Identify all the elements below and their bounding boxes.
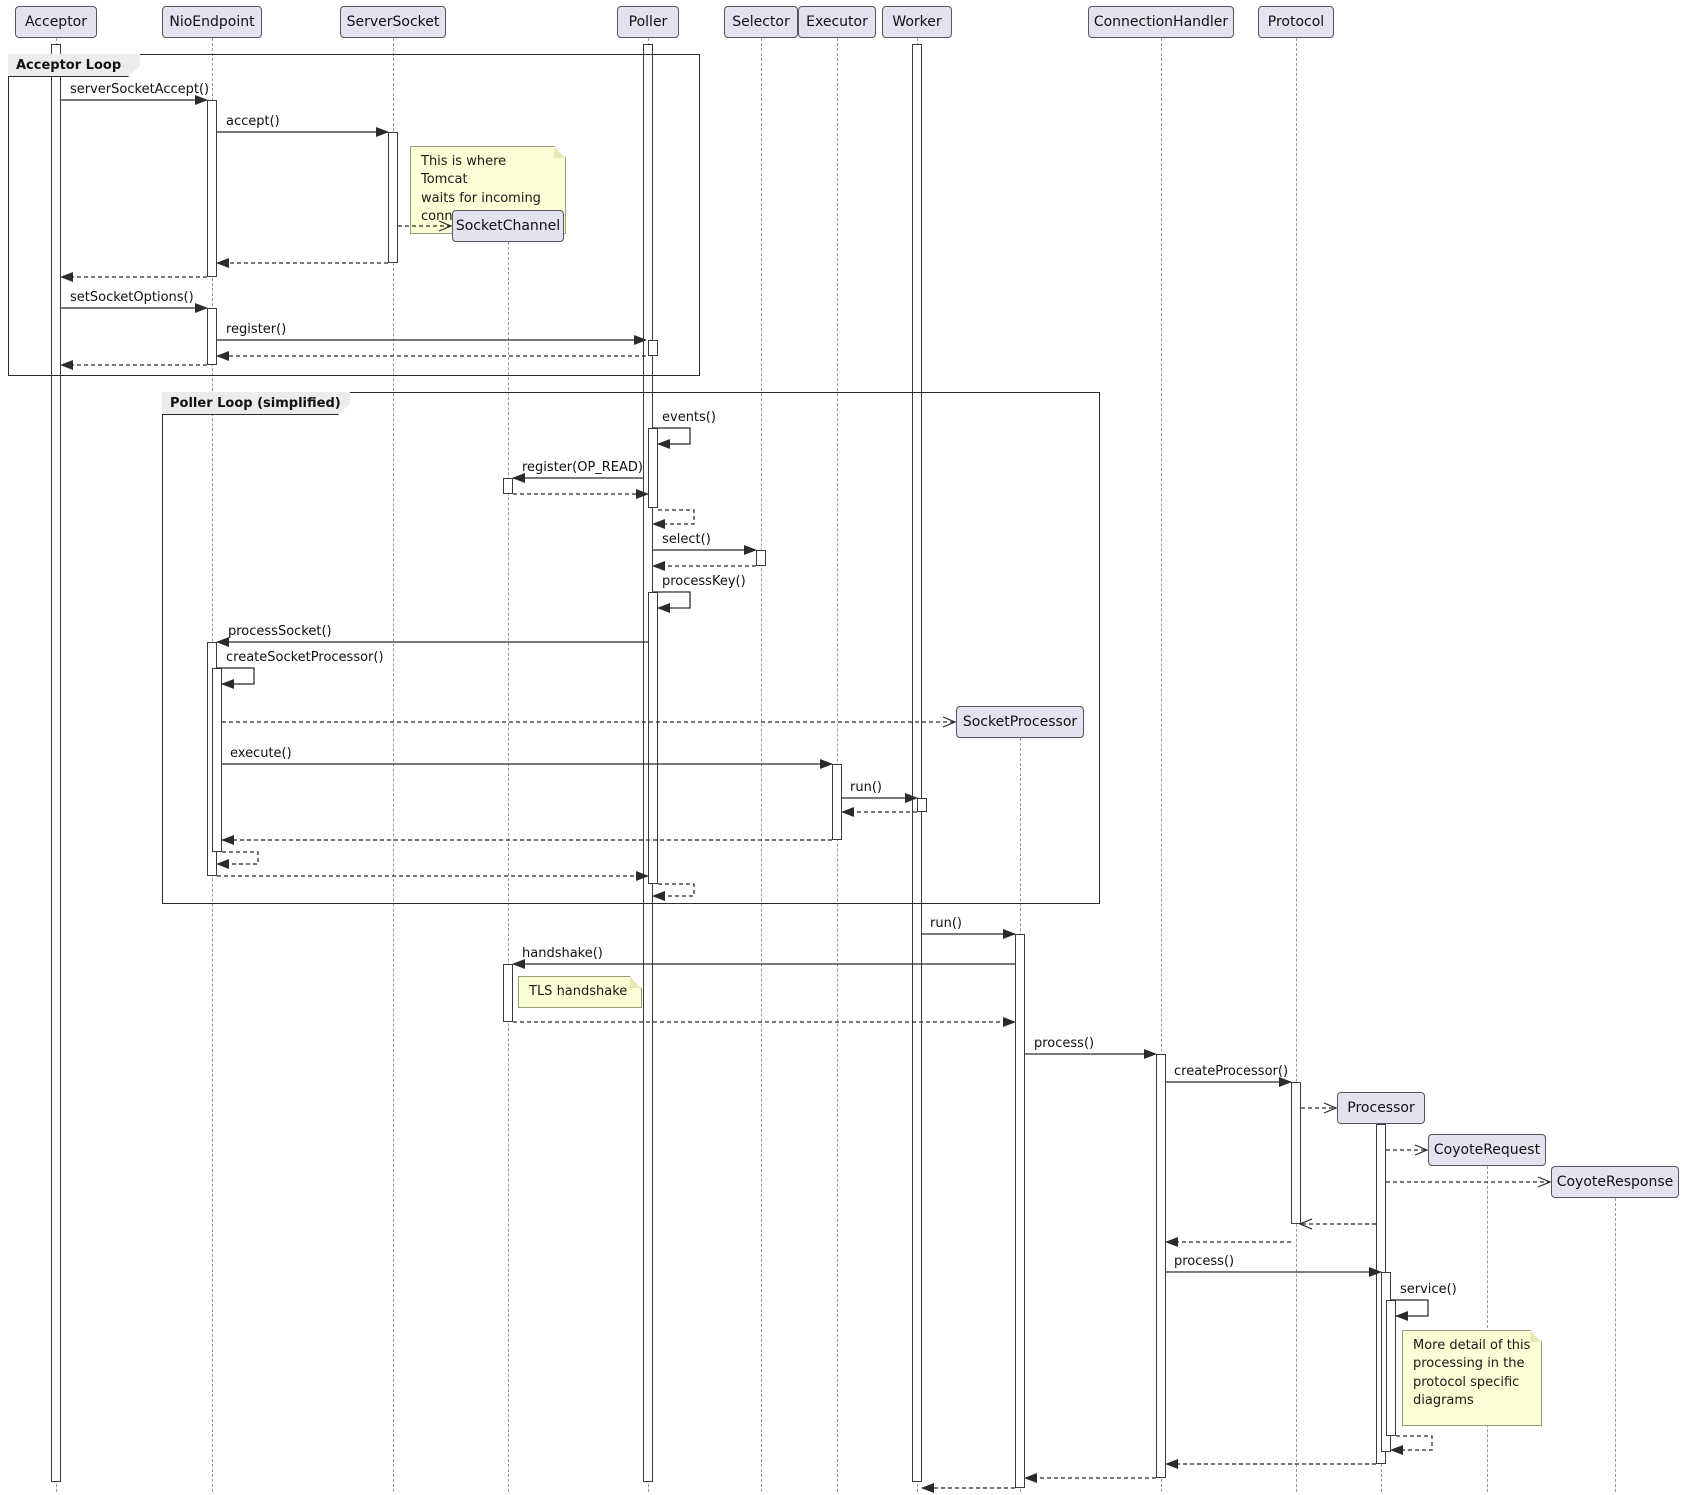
activation-protocol (1291, 1082, 1301, 1224)
message-label-m-accept: accept() (226, 114, 280, 129)
fragment-acceptor-loop (8, 54, 700, 376)
note-fold-shade (1530, 1331, 1541, 1342)
lifeline-protocol (1296, 38, 1297, 1492)
message-label-m-register-opread: register(OP_READ) (522, 460, 643, 475)
m-selfret-processor (1391, 1436, 1432, 1450)
activation-socketchannel (503, 964, 513, 1022)
message-label-m-process2: process() (1174, 1254, 1234, 1269)
activation-socketprocessor (1015, 934, 1025, 1488)
message-label-m-serverSocketAccept: serverSocketAccept() (70, 82, 209, 97)
m-service (1391, 1300, 1428, 1316)
message-label-m-handshake: handshake() (522, 946, 603, 961)
message-label-m-service: service() (1400, 1282, 1457, 1297)
message-label-m-run-executor: run() (850, 780, 882, 795)
participant-connectionhandler: ConnectionHandler (1088, 6, 1234, 38)
message-label-m-processSocket: processSocket() (228, 624, 332, 639)
participant-executor: Executor (798, 6, 876, 38)
message-label-m-register: register() (226, 322, 286, 337)
message-label-m-execute: execute() (230, 746, 292, 761)
participant-nioendpoint: NioEndpoint (162, 6, 262, 38)
lifeline-coyoteresponse (1615, 1198, 1616, 1492)
fragment-label-acceptor-loop: Acceptor Loop (8, 54, 140, 77)
participant-coyoterequest: CoyoteRequest (1428, 1134, 1546, 1166)
note-tls-handshake: TLS handshake (518, 976, 642, 1008)
note-fold-shade (554, 147, 565, 158)
participant-protocol: Protocol (1258, 6, 1334, 38)
message-label-m-process: process() (1034, 1036, 1094, 1051)
participant-selector: Selector (724, 6, 798, 38)
participant-serversocket: ServerSocket (340, 6, 446, 38)
participant-socketprocessor: SocketProcessor (956, 706, 1084, 738)
message-label-m-createSocketProcessor: createSocketProcessor() (226, 650, 384, 665)
participant-socketchannel: SocketChannel (452, 210, 564, 242)
participant-coyoteresponse: CoyoteResponse (1551, 1166, 1679, 1198)
participant-processor: Processor (1337, 1092, 1425, 1124)
participant-poller: Poller (617, 6, 679, 38)
sequence-diagram: Acceptor LoopPoller Loop (simplified)Thi… (0, 0, 1682, 1495)
message-label-m-processKey: processKey() (662, 574, 746, 589)
fragment-label-poller-loop: Poller Loop (simplified) (162, 392, 350, 415)
note-fold-shade (630, 977, 641, 988)
message-label-m-setSocketOptions: setSocketOptions() (70, 290, 194, 305)
note-more-detail: More detail of this processing in the pr… (1402, 1330, 1542, 1426)
lifeline-coyoterequest (1487, 1166, 1488, 1492)
activation-processor (1386, 1300, 1396, 1436)
message-label-m-run-worker: run() (930, 916, 962, 931)
message-label-m-select: select() (662, 532, 711, 547)
message-label-m-createProcessor: createProcessor() (1174, 1064, 1288, 1079)
participant-acceptor: Acceptor (15, 6, 97, 38)
message-label-m-events: events() (662, 410, 716, 425)
activation-connectionhandler (1156, 1054, 1166, 1478)
participant-worker: Worker (882, 6, 952, 38)
